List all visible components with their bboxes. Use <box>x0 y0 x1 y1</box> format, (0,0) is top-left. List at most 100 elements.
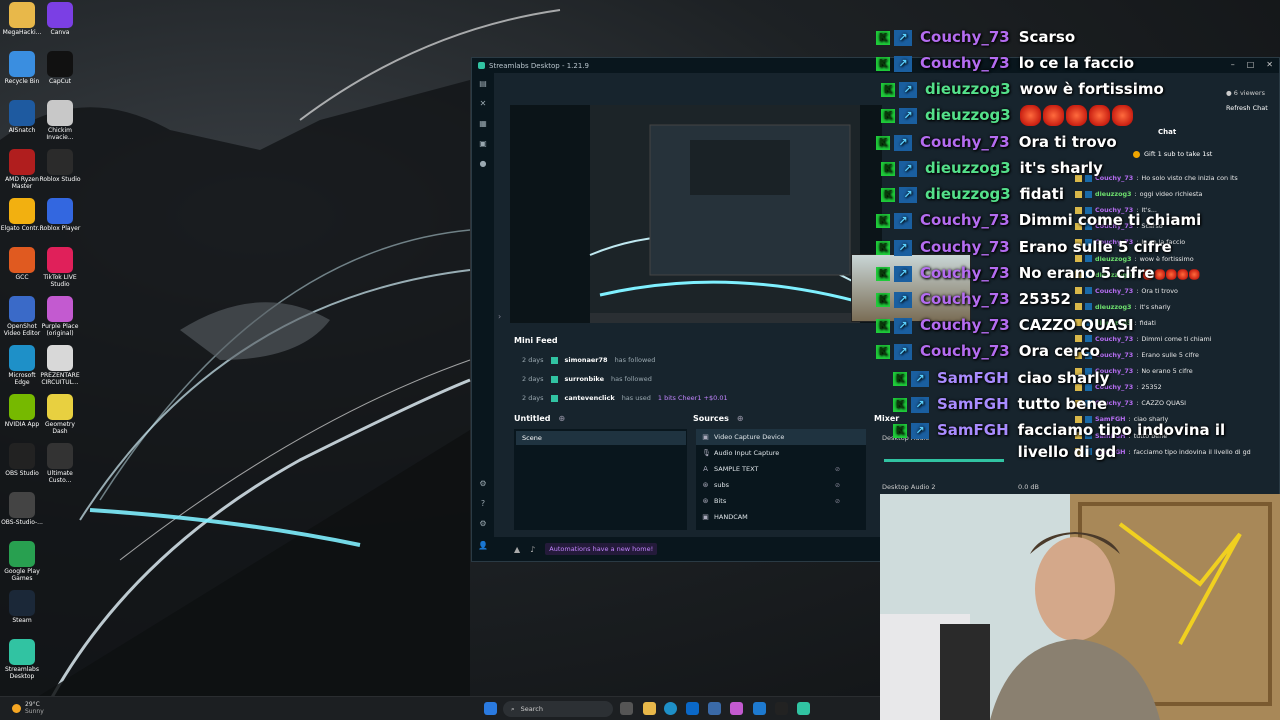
source-type-icon: ⊛ <box>702 497 709 505</box>
desktop-icon[interactable]: CapCut <box>38 51 82 86</box>
app-icon <box>9 394 35 420</box>
gift-banner[interactable]: Gift 1 sub to take 1st <box>1133 150 1212 158</box>
app-icon <box>9 247 35 273</box>
desktop-icon[interactable]: Google Play Games <box>0 541 44 583</box>
app-icon <box>9 296 35 322</box>
file-explorer-icon[interactable] <box>643 702 656 715</box>
chat-username[interactable]: Couchy_73 <box>1095 351 1133 359</box>
minimize-icon[interactable]: – <box>1231 60 1235 69</box>
themes-icon[interactable]: ▣ <box>472 133 494 153</box>
arrow-badge-icon: ↗ <box>894 213 912 229</box>
taskbar-search[interactable]: ⌕ Search <box>503 701 613 717</box>
visibility-icon[interactable]: ⊘ <box>835 498 840 505</box>
source-item[interactable]: 🎙 Audio Input Capture <box>696 445 866 461</box>
weather-widget[interactable]: 29°C Sunny <box>12 701 44 715</box>
app-icon <box>9 443 35 469</box>
edge-icon[interactable] <box>664 702 677 715</box>
desktop-icon[interactable]: Ultimate Custo... <box>38 443 82 485</box>
feed-row[interactable]: 2 days surronbike has followed <box>522 375 659 383</box>
editor-icon[interactable]: ▤ <box>472 73 494 93</box>
capcut-taskbar-icon[interactable] <box>775 702 788 715</box>
refresh-chat-button[interactable]: Refresh Chat <box>1226 104 1268 112</box>
thumbs-icon[interactable]: ▲ <box>514 545 520 554</box>
record-icon[interactable]: ● <box>472 153 494 173</box>
chat-message: Couchy_73: Ho solo visto che inizia con i… <box>1075 170 1267 186</box>
source-label: Video Capture Device <box>714 433 785 441</box>
desktop-icon[interactable]: Streamlabs Desktop <box>0 639 44 681</box>
k-badge-icon: K <box>876 57 890 71</box>
chat-username[interactable]: dieuzzog3 <box>1095 303 1132 311</box>
desktop-icon[interactable]: Purple Place (original) <box>38 296 82 338</box>
feed-time: 2 days <box>522 394 544 402</box>
chat-message: Couchy_73: Erano sulle 5 cifre <box>1075 347 1267 363</box>
scroll-arrow-icon[interactable]: › <box>498 312 501 321</box>
visibility-icon[interactable]: ⊘ <box>835 482 840 489</box>
close-icon[interactable]: ✕ <box>1266 60 1273 69</box>
chat-text: Dimmi come ti chiami <box>1141 334 1212 343</box>
add-source-icon[interactable]: ⊕ <box>737 414 744 423</box>
desktop-icon[interactable]: TikTok LIVE Studio <box>38 247 82 289</box>
chat-username[interactable]: dieuzzog3 <box>1095 190 1132 198</box>
scene-collection-name[interactable]: Untitled <box>514 414 550 423</box>
overlay-message: 25352 <box>1018 290 1071 308</box>
badge-icon <box>1085 303 1092 311</box>
source-item[interactable]: ▣ HANDCAM <box>696 509 866 525</box>
desktop-icon[interactable]: Geometry Dash <box>38 394 82 436</box>
desktop-icon[interactable]: PREZENTARE CIRCUITUL... <box>38 345 82 387</box>
bell-icon[interactable]: ♪ <box>530 545 535 554</box>
gear-icon[interactable]: ⚙ <box>472 513 494 533</box>
k-badge-icon: K <box>881 83 895 97</box>
arrow-badge-icon: ↗ <box>911 371 929 387</box>
feed-row[interactable]: 2 days cantevenclick has used 1 bits Cheer1… <box>522 394 728 402</box>
automation-notice[interactable]: Automations have a new home! <box>545 543 658 555</box>
app-icon <box>9 198 35 224</box>
source-item[interactable]: ▣ Video Capture Device <box>696 429 866 445</box>
app-icon <box>47 100 73 126</box>
overlay-chat-line: K ↗ Couchy_73 No erano 5 cifre <box>876 263 1155 285</box>
window-title: Streamlabs Desktop - 1.21.9 <box>489 61 589 70</box>
tools-icon[interactable]: ✕ <box>472 93 494 113</box>
source-item[interactable]: ⊛ subs ⊘ <box>696 477 866 493</box>
app-icon <box>9 149 35 175</box>
mail-icon[interactable] <box>708 702 721 715</box>
streamlabs-taskbar-icon[interactable] <box>797 702 810 715</box>
overlay-message: CAZZO QUASI <box>1018 316 1134 334</box>
profile-icon[interactable]: 👤 <box>472 535 494 555</box>
desktop-icon[interactable]: Canva <box>38 2 82 37</box>
help-icon[interactable]: ? <box>472 493 494 513</box>
source-label: HANDCAM <box>714 513 748 521</box>
feed-row[interactable]: 2 days simonaer78 has followed <box>522 356 662 364</box>
store-icon[interactable]: ▦ <box>472 113 494 133</box>
maximize-icon[interactable]: □ <box>1247 60 1255 69</box>
arrow-badge-icon: ↗ <box>911 423 929 439</box>
task-view-icon[interactable] <box>620 702 633 715</box>
desktop-icon[interactable]: Chickim Invacie... <box>38 100 82 142</box>
desktop-icon[interactable]: Steam <box>0 590 44 625</box>
chat-message: Couchy_73: Ora ti trovo <box>1075 283 1267 299</box>
messenger-icon[interactable] <box>753 702 766 715</box>
start-icon[interactable] <box>484 702 497 715</box>
add-scene-icon[interactable]: ⊕ <box>558 414 565 423</box>
overlay-chat-line: K ↗ SamFGH facciamo tipo indovina il livell… <box>893 420 1261 464</box>
chat-message: dieuzzog3: it's sharly <box>1075 299 1267 315</box>
overlay-message: wow è fortissimo <box>1019 80 1164 98</box>
arrow-badge-icon: ↗ <box>894 318 912 334</box>
store-taskbar-icon[interactable] <box>686 702 699 715</box>
overlay-username: Couchy_73 <box>920 28 1010 46</box>
source-item[interactable]: A SAMPLE TEXT ⊘ <box>696 461 866 477</box>
source-type-icon: ▣ <box>702 433 709 441</box>
overlay-message: ciao sharly <box>1017 369 1110 387</box>
stream-preview[interactable] <box>510 105 882 323</box>
app-icon <box>47 345 73 371</box>
settings-gear-icon[interactable]: ⚙ <box>472 473 494 493</box>
desktop-icon[interactable]: Roblox Player <box>38 198 82 233</box>
desktop-icon[interactable]: OBS-Studio-... <box>0 492 44 527</box>
feed-user: surronbike <box>564 375 604 383</box>
desktop-icon-label: Chickim Invacie... <box>46 127 74 141</box>
visibility-icon[interactable]: ⊘ <box>835 466 840 473</box>
chat-username[interactable]: Couchy_73 <box>1095 287 1133 295</box>
app-icon[interactable] <box>730 702 743 715</box>
source-item[interactable]: ⊛ Bits ⊘ <box>696 493 866 509</box>
desktop-icon[interactable]: Roblox Studio <box>38 149 82 184</box>
scene-item[interactable]: Scene <box>516 431 686 445</box>
